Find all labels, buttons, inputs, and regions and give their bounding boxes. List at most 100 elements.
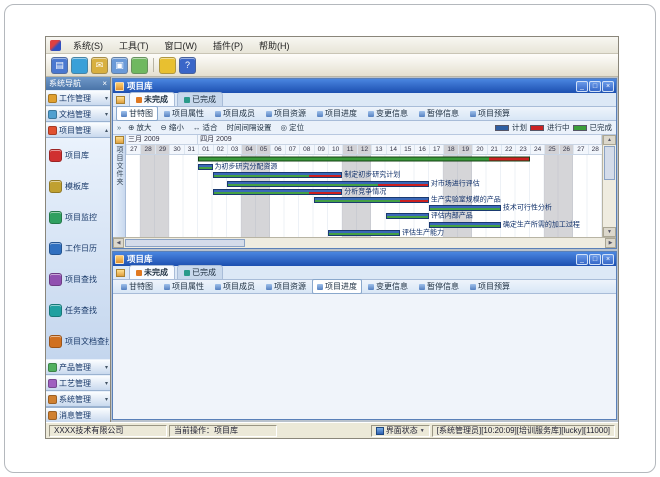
tab[interactable]: 项目进度 — [312, 106, 362, 121]
sidebar-group[interactable]: 工作管理▾ — [46, 90, 110, 106]
gantt-bar[interactable] — [227, 181, 429, 187]
legend-swatch — [573, 125, 587, 131]
sidebar-group[interactable]: 工艺管理▾ — [46, 375, 110, 391]
vertical-scrollbar[interactable]: ▲▼ — [602, 135, 616, 237]
filter-tab[interactable]: 未完成 — [129, 92, 175, 106]
sidebar-item-label: 任务查找 — [65, 305, 97, 316]
month-header: 三月 2009四月 2009 — [126, 135, 602, 145]
maximize-button[interactable]: □ — [589, 81, 601, 92]
scrollbar-thumb[interactable] — [604, 146, 615, 180]
time-interval-button[interactable]: 时间间隔设置 — [225, 122, 274, 133]
sidebar-item[interactable]: 任务查找 — [47, 295, 109, 326]
minimize-button[interactable]: _ — [576, 254, 588, 265]
filter-tab[interactable]: 已完成 — [177, 92, 223, 106]
plane-icon[interactable] — [131, 57, 148, 74]
zoom-in-button[interactable]: ⊕ 放大 — [126, 122, 153, 133]
scrollbar-track[interactable] — [603, 145, 616, 227]
filter-tab[interactable]: 已完成 — [177, 265, 223, 279]
sidebar-item[interactable]: 模板库 — [47, 171, 109, 202]
menu-item[interactable]: 插件(P) — [206, 38, 250, 53]
tab[interactable]: 暂停信息 — [414, 279, 464, 294]
gantt-bar-label: 技术可行性分析 — [503, 205, 552, 212]
tab[interactable]: 项目成员 — [210, 279, 260, 294]
ui-state-dropdown[interactable]: 界面状态 ▼ — [371, 425, 430, 437]
sidebar-group[interactable]: 文档管理▾ — [46, 106, 110, 122]
gantt-toolbar: »⊕ 放大⊖ 缩小↔ 适合时间间隔设置 ◎ 定位计划进行中已完成 — [113, 121, 616, 135]
tab-icon — [317, 284, 323, 290]
mail-icon[interactable]: ✉ — [91, 57, 108, 74]
fit-button[interactable]: ↔ 适合 — [191, 122, 220, 133]
save-icon[interactable]: ▤ — [51, 57, 68, 74]
locate-button[interactable]: ◎ 定位 — [279, 122, 307, 133]
gantt-bar[interactable] — [386, 213, 429, 219]
scroll-right-button[interactable]: ▶ — [605, 238, 616, 248]
close-icon[interactable]: × — [102, 79, 107, 88]
filter-tab-label: 已完成 — [192, 267, 216, 278]
gantt-bar[interactable] — [328, 230, 400, 236]
tab[interactable]: 项目属性 — [159, 106, 209, 121]
tab[interactable]: 项目成员 — [210, 106, 260, 121]
sidebar-item[interactable]: 工作日历 — [47, 233, 109, 264]
tab[interactable]: 甘特图 — [116, 106, 158, 121]
window-controls: _□× — [576, 254, 614, 265]
tab[interactable]: 变更信息 — [363, 279, 413, 294]
horizontal-scrollbar[interactable]: ◀▶ — [113, 237, 616, 248]
menu-item[interactable]: 工具(T) — [112, 38, 156, 53]
sidebar-group[interactable]: 系统管理▾ — [46, 391, 110, 407]
chevron-down-icon: ▼ — [420, 426, 425, 436]
bar-complete — [430, 225, 500, 227]
tab-icon — [266, 284, 272, 290]
close-button[interactable]: × — [602, 254, 614, 265]
gantt-bar[interactable] — [213, 172, 343, 178]
filter-tab[interactable]: 未完成 — [129, 265, 175, 279]
day-label: 22 — [501, 145, 515, 154]
collapsed-panel-tab[interactable]: 项目文件夹 — [113, 135, 126, 237]
gantt-bar[interactable] — [314, 197, 429, 203]
tab[interactable]: 变更信息 — [363, 106, 413, 121]
sidebar-item-message-management[interactable]: 消息管理 — [46, 407, 110, 422]
tab[interactable]: 项目预算 — [465, 279, 515, 294]
bar-overtime — [309, 192, 341, 194]
gantt-bar[interactable] — [213, 189, 343, 195]
status-bar: XXXX技术有限公司 当前操作：项目库 界面状态 ▼ [系统管理员][10:20… — [46, 422, 618, 438]
gantt-bar[interactable] — [198, 157, 530, 162]
tab[interactable]: 项目资源 — [261, 106, 311, 121]
chevron-up-icon: ▴ — [105, 127, 108, 134]
window-titlebar[interactable]: 项目库_□× — [113, 252, 616, 266]
monitor-icon[interactable]: ▣ — [111, 57, 128, 74]
close-button[interactable]: × — [602, 81, 614, 92]
scrollbar-thumb[interactable] — [125, 239, 245, 247]
tab[interactable]: 项目预算 — [465, 106, 515, 121]
gantt-bar[interactable] — [198, 164, 212, 170]
sidebar-item[interactable]: 项目监控 — [47, 202, 109, 233]
scroll-left-button[interactable]: ◀ — [113, 238, 124, 248]
sidebar-item[interactable]: 项目文档查找 — [47, 326, 109, 357]
sidebar-group[interactable]: 产品管理▾ — [46, 359, 110, 375]
sidebar-group[interactable]: 项目管理▴ — [46, 122, 110, 138]
help-icon[interactable]: ? — [179, 57, 196, 74]
bar-overtime — [400, 200, 428, 202]
lock-icon[interactable] — [159, 57, 176, 74]
maximize-button[interactable]: □ — [589, 254, 601, 265]
minimize-button[interactable]: _ — [576, 81, 588, 92]
menu-item[interactable]: 窗口(W) — [158, 38, 205, 53]
menu-item[interactable]: 系统(S) — [66, 38, 110, 53]
tab[interactable]: 项目资源 — [261, 279, 311, 294]
scroll-down-button[interactable]: ▼ — [603, 227, 616, 237]
tab[interactable]: 项目进度 — [312, 279, 362, 294]
scroll-up-button[interactable]: ▲ — [603, 135, 616, 145]
tab[interactable]: 项目属性 — [159, 279, 209, 294]
tab[interactable]: 甘特图 — [116, 279, 158, 294]
globe-icon[interactable] — [71, 57, 88, 74]
menu-item[interactable]: 帮助(H) — [252, 38, 297, 53]
sidebar-item[interactable]: 项目库 — [47, 140, 109, 171]
window-titlebar[interactable]: 项目库_□× — [113, 79, 616, 93]
zoom-out-button[interactable]: ⊖ 缩小 — [159, 122, 186, 133]
gantt-bar[interactable] — [429, 205, 501, 211]
sidebar-item[interactable]: 项目查找 — [47, 264, 109, 295]
overflow-chevron-icon[interactable]: » — [117, 123, 121, 132]
tab[interactable]: 暂停信息 — [414, 106, 464, 121]
folder-icon — [48, 363, 57, 372]
scrollbar-track[interactable] — [124, 238, 605, 248]
gantt-bar[interactable] — [429, 222, 501, 228]
